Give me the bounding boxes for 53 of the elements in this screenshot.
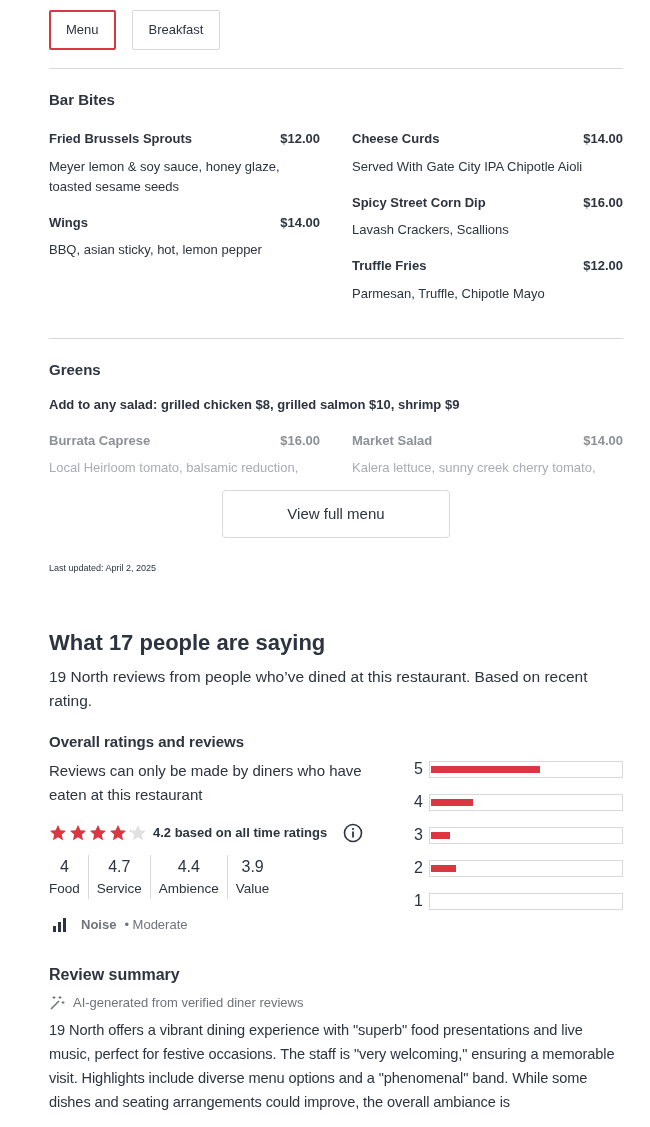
reviews-intro: 19 North reviews from people who’ve dined at this restaurant. Based on recent rating. [49,666,589,711]
category-label: Ambience [158,880,219,898]
item-name: Cheese Curds [352,130,440,148]
item-description: BBQ, asian sticky, hot, lemon pepper [49,241,263,259]
item-description: Kalera lettuce, sunny creek cherry tomato, [352,459,597,477]
item-price: $14.00 [583,431,623,450]
category-score: 4 [58,857,70,877]
item-description: Local Heirloom tomato, balsamic reduction, [49,459,300,477]
menu-tab[interactable]: Breakfast [131,10,221,50]
item-name: Truffle Fries [352,257,427,275]
item-name: Wings [49,213,88,232]
item-price: $16.00 [280,431,320,450]
item-price: $14.00 [583,130,623,148]
item-description: Parmesan, Truffle, Chipotle Mayo [352,284,546,303]
item-description: Meyer lemon & soy sauce, honey glaze, toasted sesame seeds [49,157,281,196]
section-title: Greens [49,359,102,380]
item-name: Spicy Street Corn Dip [352,193,486,212]
menu-tab[interactable]: Menu [49,10,116,50]
category-label: Value [235,880,270,898]
ai-note: AI-generated from verified diner reviews [73,993,304,1012]
section-title: Bar Bites [49,89,116,110]
item-name: Fried Brussels Sprouts [49,130,193,148]
last-updated: Last updated: April 2, 2025 [49,562,158,575]
category-score: 4.4 [176,857,201,877]
item-name: Burrata Caprese [49,431,151,450]
rating-label: 5 [413,759,423,779]
reviews-heading: What 17 people are saying [49,628,327,657]
info-icon[interactable] [343,823,364,843]
section-note: Add to any salad: grilled chicken $8, grilled salmon $10, shrimp $9 [49,396,461,414]
summary-title: Review summary [49,964,181,985]
summary-text: 19 North offers a vibrant dining experience with "superb" food presentations and live music, perfect for festive occasions. The staff is "very welcoming," ensuring a memorable visit. Highlights include diverse menu options and a "phenomenal" band. While some dishes and seating arrangements could improve, the overall ambiance is [49,1021,616,1113]
item-price: $12.00 [280,130,320,148]
item-price: $16.00 [583,193,623,212]
category-score: 4.7 [107,857,132,877]
category-label: Service [96,880,142,898]
overall-title: Overall ratings and reviews [49,731,246,752]
magic-wand-icon [49,994,65,1011]
item-description: Served With Gate City IPA Chipotle Aioli [352,157,584,176]
noise-value: • Moderate [124,916,188,935]
category-label: Food [49,880,80,898]
item-description: Lavash Crackers, Scallions [352,221,510,239]
overall-note: Reviews can only be made by diners who have eaten at this restaurant [49,761,363,805]
rating-label: 2 [413,858,423,878]
category-score: 3.9 [240,857,265,877]
noise-label: Noise [81,916,117,935]
item-price: $12.00 [583,257,623,275]
rating-summary: 4.2 based on all time ratings [153,824,328,843]
item-name: Market Salad [352,431,433,450]
view-menu-button[interactable]: View full menu [222,490,450,538]
rating-label: 4 [413,792,423,812]
rating-label: 3 [413,825,423,845]
item-price: $14.00 [280,213,320,232]
rating-label: 1 [413,891,423,911]
